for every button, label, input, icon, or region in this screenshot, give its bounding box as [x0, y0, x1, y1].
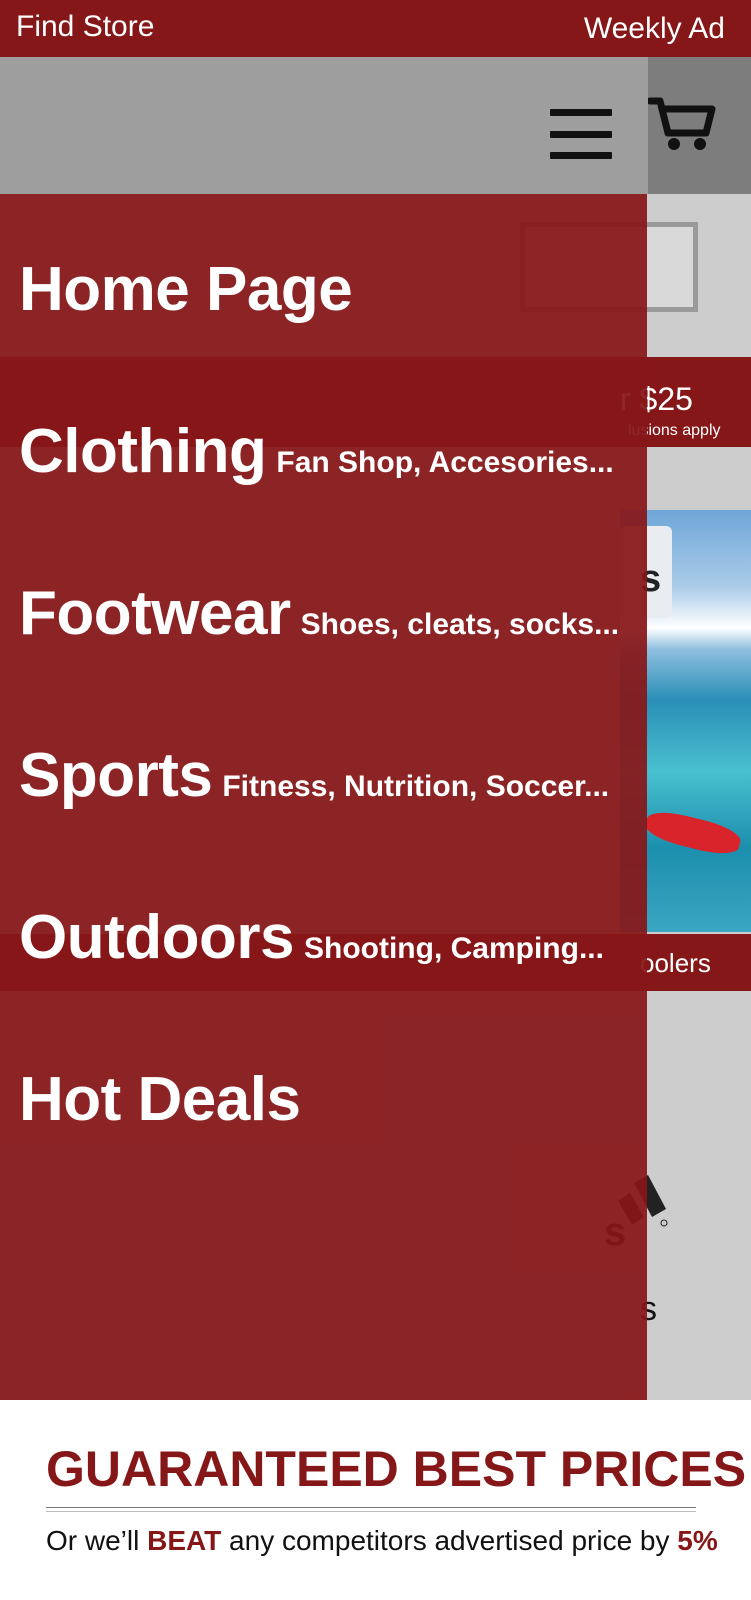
guarantee-divider	[46, 1507, 696, 1512]
top-utility-bar: Find Store Weekly Ad	[0, 0, 751, 57]
menu-item-label: Sports	[19, 741, 213, 810]
menu-item-subtitle: Fitness, Nutrition, Soccer...	[222, 770, 610, 803]
category-coolers[interactable]: oolers	[640, 948, 711, 979]
guarantee-beat: BEAT	[147, 1525, 222, 1556]
hamburger-menu-icon[interactable]	[540, 107, 615, 163]
guarantee-prefix: Or we’ll	[46, 1525, 148, 1556]
guarantee-subtitle: Or we’ll BEAT any competitors advertised…	[46, 1525, 718, 1557]
find-store-link[interactable]: Find Store	[16, 10, 154, 44]
nav-menu-overlay: Home Page Clothing Fan Shop, Accesories..…	[0, 194, 647, 1400]
weekly-ad-link[interactable]: Weekly Ad	[584, 12, 725, 46]
guarantee-percent: 5%	[677, 1525, 718, 1556]
menu-item-label: Home Page	[19, 255, 353, 324]
menu-item-footwear[interactable]: Footwear Shoes, cleats, socks...	[19, 578, 619, 649]
menu-item-subtitle: Fan Shop, Accesories...	[276, 446, 614, 479]
menu-item-label: Clothing	[19, 417, 267, 486]
shopping-cart-icon[interactable]	[646, 95, 716, 156]
menu-item-label: Outdoors	[19, 903, 294, 972]
site-header	[0, 57, 751, 194]
menu-item-home[interactable]: Home Page	[19, 254, 353, 325]
menu-item-label: Footwear	[19, 579, 291, 648]
guarantee-footer	[0, 1400, 751, 1600]
menu-item-subtitle: Shooting, Camping...	[303, 932, 604, 965]
menu-item-subtitle: Shoes, cleats, socks...	[300, 608, 620, 641]
guarantee-title: GUARANTEED BEST PRICES	[46, 1441, 747, 1497]
menu-item-label: Hot Deals	[19, 1065, 301, 1134]
menu-item-clothing[interactable]: Clothing Fan Shop, Accesories...	[19, 416, 614, 487]
guarantee-middle: any competitors advertised price by	[221, 1525, 678, 1556]
menu-item-sports[interactable]: Sports Fitness, Nutrition, Soccer...	[19, 740, 609, 811]
menu-item-hot-deals[interactable]: Hot Deals	[19, 1064, 301, 1135]
menu-item-outdoors[interactable]: Outdoors Shooting, Camping...	[19, 902, 604, 973]
